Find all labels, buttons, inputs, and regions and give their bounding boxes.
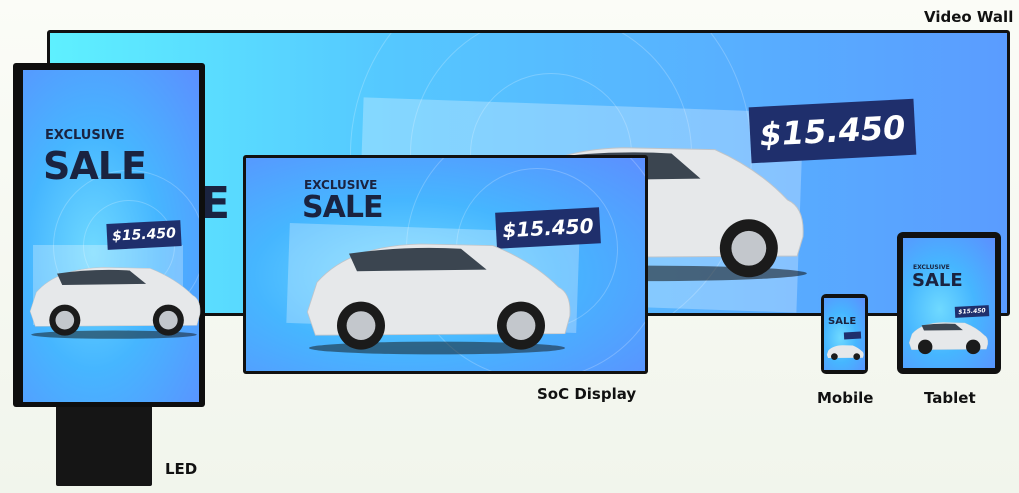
led-sale: SALE (43, 144, 147, 188)
tablet-sale: SALE (912, 270, 963, 291)
tablet-price: $15.450 (954, 305, 990, 318)
soc-sale: SALE (302, 190, 383, 225)
mobile-price-tag (843, 331, 862, 340)
soc-car-image (306, 243, 571, 355)
mobile-label: Mobile (817, 389, 874, 407)
led-stand (56, 402, 152, 486)
mobile-car-image (826, 345, 864, 360)
led-exclusive: EXCLUSIVE (45, 128, 125, 143)
tablet-label: Tablet (924, 389, 976, 407)
mobile-sale: SALE (828, 316, 857, 327)
soc-label: SoC Display (537, 385, 637, 403)
led-screen: EXCLUSIVE SALE $15.450 (23, 70, 199, 402)
led-price: $15.450 (106, 220, 182, 250)
tablet-car-image (908, 322, 989, 355)
led-label: LED (165, 460, 198, 478)
video-wall-label: Video Wall (924, 8, 1014, 26)
led-car-image (29, 267, 201, 339)
